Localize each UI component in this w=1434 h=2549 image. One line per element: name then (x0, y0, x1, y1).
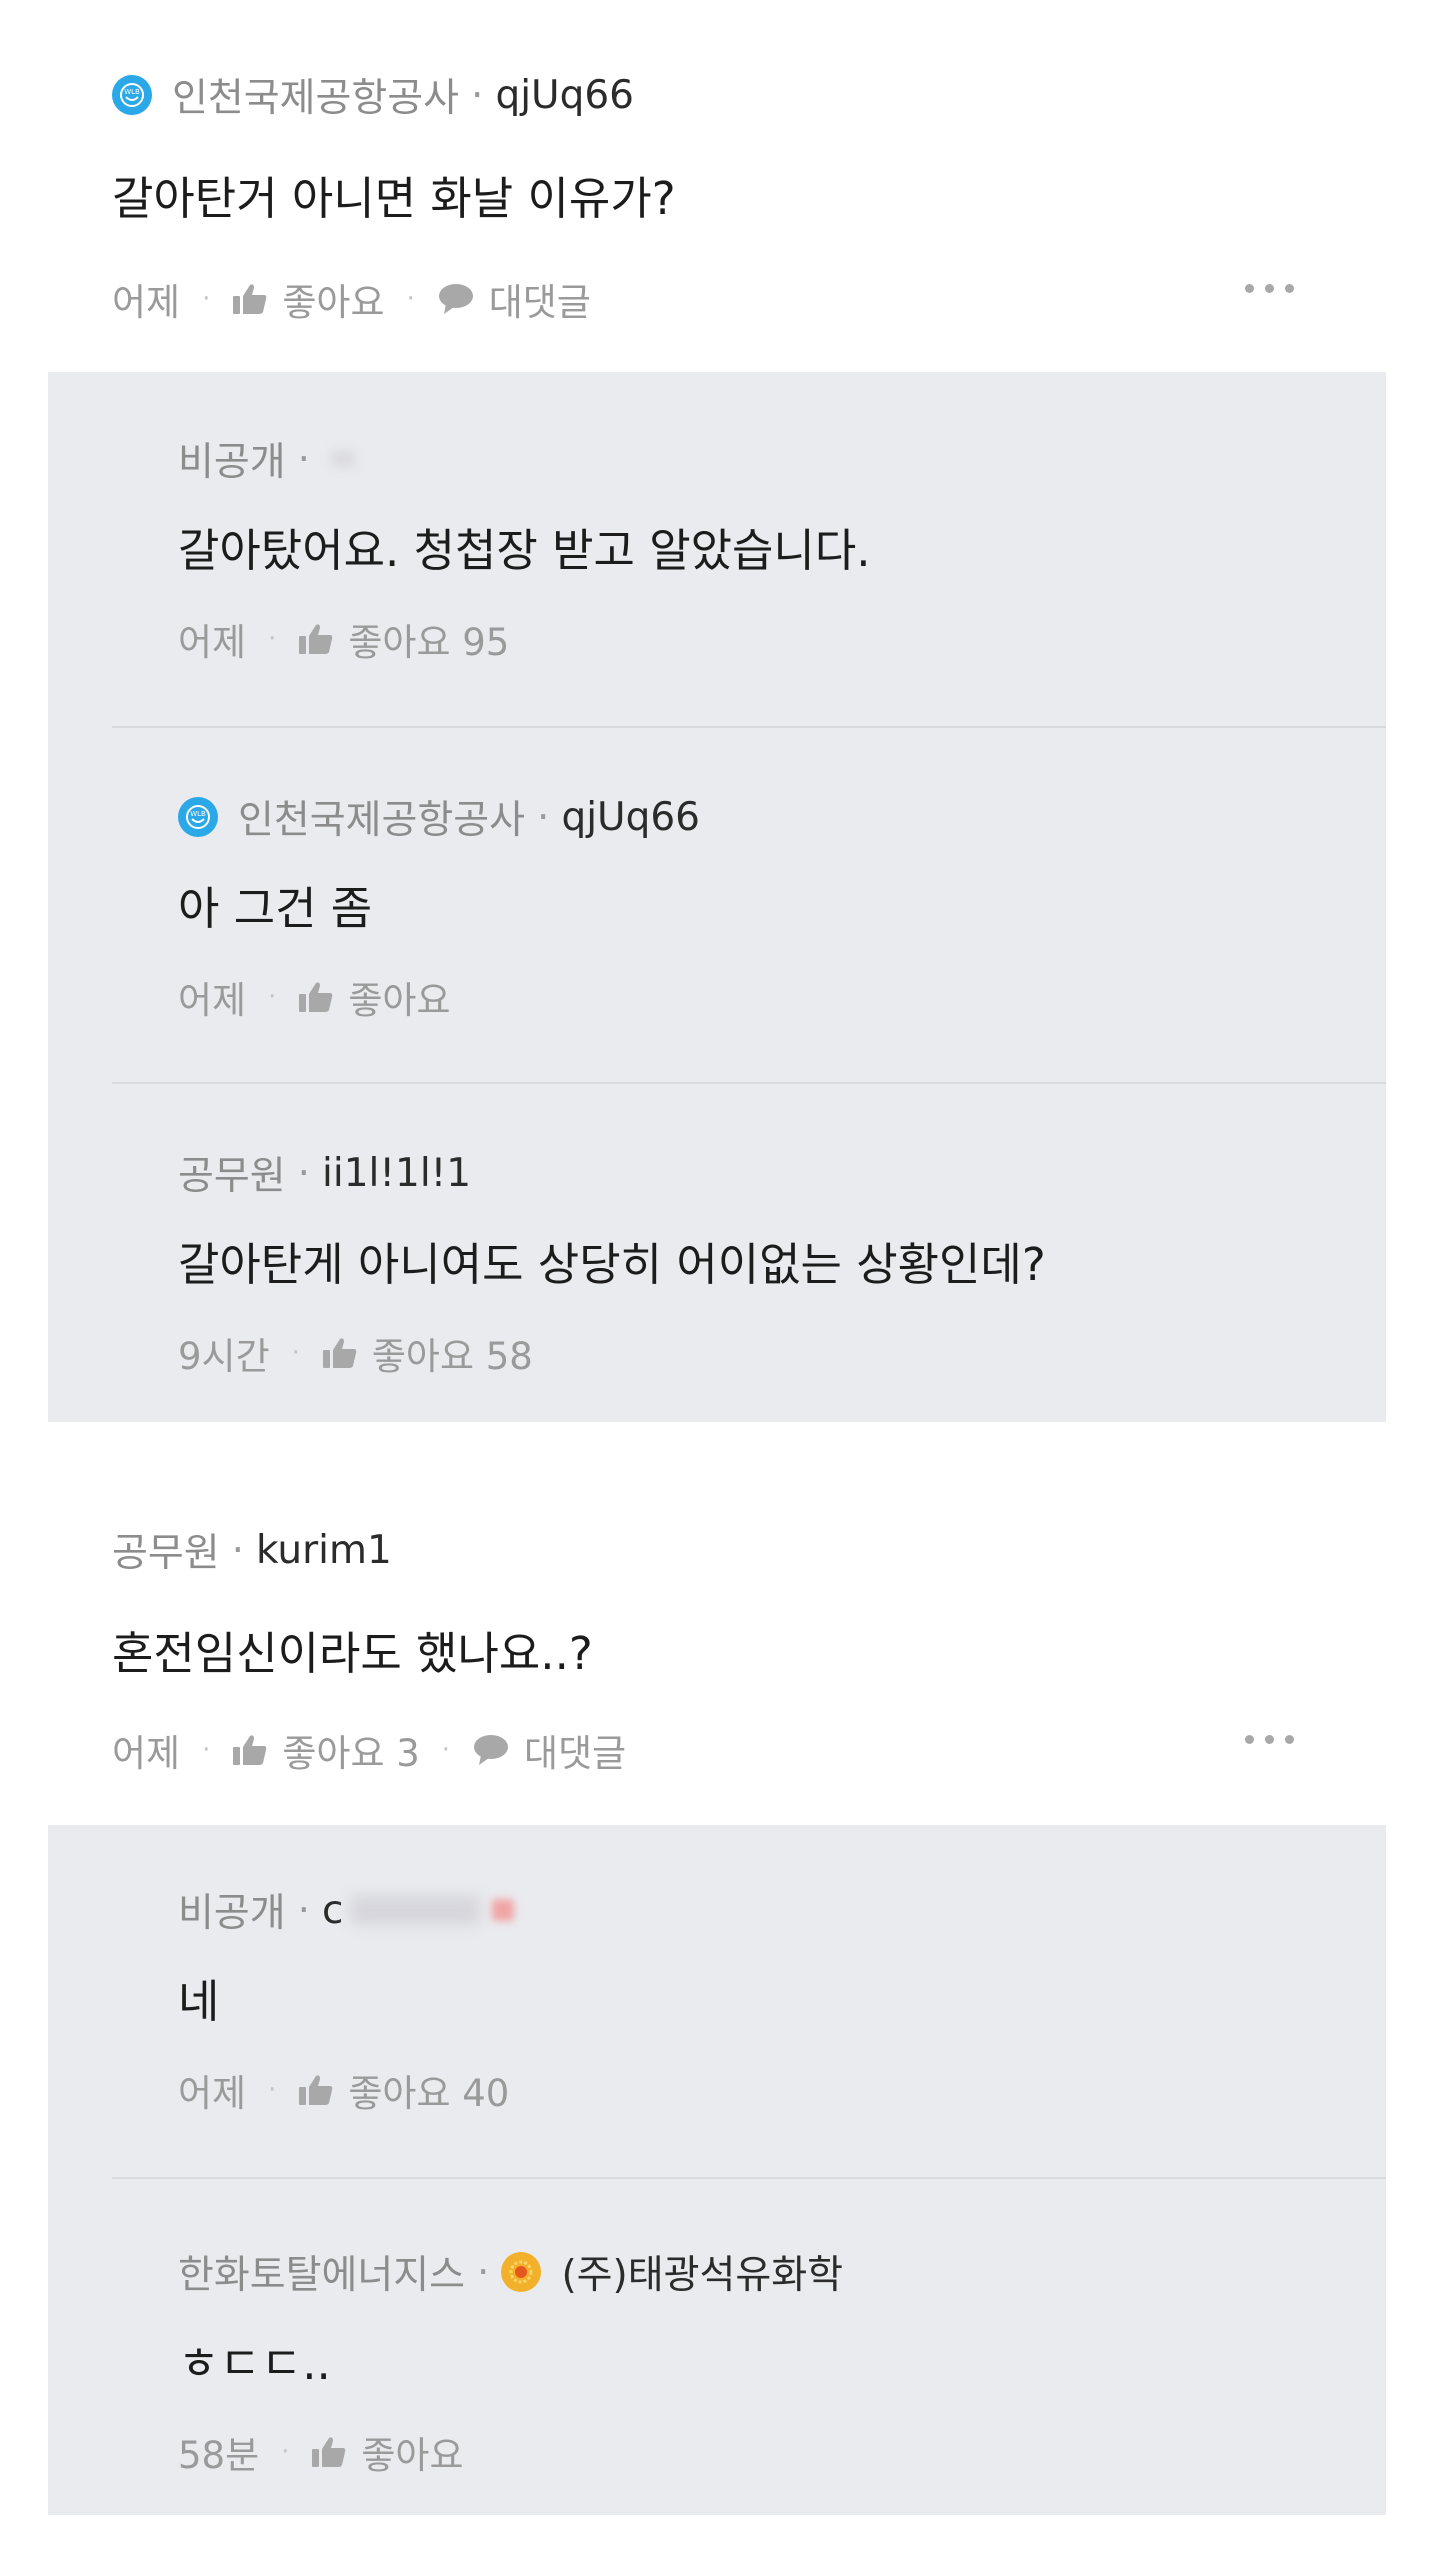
comment-author[interactable]: 공무원 · kurim1 (112, 1525, 392, 1577)
reply-author[interactable]: 공무원 · ii1l!1l!1 (178, 1148, 472, 1200)
reply-actions: 어제 · 좋아요 95 (178, 614, 509, 664)
like-label: 좋아요 40 (348, 2072, 510, 2115)
comment-time: 어제 (112, 1732, 181, 1775)
author-company: 한화토탈에너지스 (178, 2253, 466, 2298)
reply-time: 어제 (178, 979, 247, 1022)
reply-text: 네 (178, 1975, 220, 2028)
like-button[interactable]: 좋아요 40 (298, 2063, 509, 2117)
thumbs-up-icon (299, 982, 333, 1012)
reply-divider (112, 726, 1386, 728)
like-button[interactable]: 좋아요 3 (232, 1723, 420, 1777)
author-company: 인천국제공항공사 (172, 76, 460, 121)
like-label: 좋아요 (348, 979, 451, 1022)
thumbs-up-icon (299, 2075, 333, 2105)
author-nickname: qjUq66 (495, 72, 634, 118)
like-label: 좋아요 (282, 281, 385, 324)
reply-divider (112, 1082, 1386, 1084)
comment-actions: 어제 · 좋아요 · 대댓글 (112, 274, 591, 324)
speech-bubble-icon (438, 284, 473, 314)
comment-actions: 어제 · 좋아요 3 · 대댓글 (112, 1725, 626, 1775)
reply-thread: 비공개 · 갈아탔어요. 청첩장 받고 알았습니다. 어제 · 좋아요 95 W… (48, 372, 1386, 1422)
author-company: 공무원 (112, 1531, 220, 1576)
svg-text:WLB: WLB (190, 810, 206, 818)
reply-author[interactable]: WLB 인천국제공항공사 · qjUq66 (178, 792, 700, 843)
meta-separator: · (297, 1150, 311, 1196)
author-nickname: kurim1 (256, 1527, 392, 1573)
thumbs-up-icon (322, 1338, 357, 1368)
like-button[interactable]: 좋아요 (298, 970, 450, 1024)
reply-actions: 어제 · 좋아요 (178, 972, 450, 1022)
thumbs-up-icon (312, 2437, 346, 2467)
reply-actions: 어제 · 좋아요 40 (178, 2065, 509, 2115)
reply-text: 아 그건 좀 (178, 882, 373, 935)
reply-author[interactable]: 비공개 · (178, 434, 357, 485)
reply-thread: 비공개 · c 네 어제 · 좋아요 40 한화토탈에너지스 · (주)태광석유… (48, 1825, 1386, 2515)
reply-button[interactable]: 대댓글 (472, 1723, 626, 1777)
thumbs-up-icon (299, 624, 333, 654)
author-nickname: ii1l!1l!1 (322, 1150, 472, 1196)
svg-text:WLB: WLB (124, 88, 140, 96)
reply-author[interactable]: 한화토탈에너지스 · (주)태광석유화학 (178, 2247, 844, 2299)
like-label: 좋아요 (361, 2434, 464, 2477)
reply-time: 9시간 (178, 1335, 270, 1378)
meta-separator: · (297, 1887, 311, 1933)
reply-text: ㅎㄷㄷ.. (178, 2337, 331, 2390)
meta-separator: · (231, 1527, 245, 1573)
reply-text: 갈아탄게 아니여도 상당히 어이없는 상황인데? (178, 1238, 1046, 1291)
company-logo-icon: WLB (178, 797, 218, 837)
reply-actions: 58분 · 좋아요 (178, 2427, 464, 2477)
thumbs-up-icon (233, 284, 267, 314)
like-button[interactable]: 좋아요 (232, 272, 384, 326)
author-company: 비공개 (178, 1891, 286, 1936)
author-company: 인천국제공항공사 (238, 798, 526, 843)
meta-separator: · (471, 72, 484, 118)
comment-author[interactable]: WLB 인천국제공항공사 · qjUq66 (112, 70, 634, 121)
blurred-badge (491, 1899, 514, 1921)
reply-time: 어제 (178, 2072, 247, 2115)
like-button[interactable]: 좋아요 (311, 2425, 464, 2479)
author-nickname: (주)태광석유화학 (561, 2253, 844, 2298)
author-nickname: qjUq66 (561, 794, 700, 840)
reply-divider (112, 2177, 1386, 2179)
reply-time: 어제 (178, 621, 247, 664)
like-label: 좋아요 58 (371, 1335, 533, 1378)
company-logo-icon: WLB (112, 75, 152, 115)
meta-separator: · (477, 2249, 490, 2295)
reply-actions: 9시간 · 좋아요 58 (178, 1328, 533, 1378)
company-logo-icon (501, 2252, 542, 2292)
more-dots-icon[interactable] (1245, 284, 1294, 293)
blurred-nickname (349, 1895, 480, 1925)
blurred-nickname (330, 450, 357, 468)
reply-button[interactable]: 대댓글 (437, 272, 591, 326)
comment-time: 어제 (112, 281, 181, 324)
like-label: 좋아요 95 (348, 621, 510, 664)
meta-separator: · (537, 794, 550, 840)
author-nickname: c (322, 1887, 344, 1933)
reply-time: 58분 (178, 2434, 260, 2477)
reply-label: 대댓글 (524, 1732, 627, 1775)
reply-label: 대댓글 (488, 281, 591, 324)
like-button[interactable]: 좋아요 58 (322, 1326, 533, 1380)
thumbs-up-icon (233, 1735, 267, 1765)
comment-text: 혼전임신이라도 했나요..? (112, 1627, 593, 1680)
reply-author[interactable]: 비공개 · c (178, 1885, 514, 1936)
reply-text: 갈아탔어요. 청첩장 받고 알았습니다. (178, 524, 871, 577)
author-company: 비공개 (178, 440, 286, 485)
like-label: 좋아요 3 (282, 1732, 420, 1775)
more-dots-icon[interactable] (1245, 1735, 1294, 1744)
comment-text: 갈아탄거 아니면 화날 이유가? (112, 172, 676, 225)
author-company: 공무원 (178, 1154, 286, 1199)
meta-separator: · (297, 436, 311, 482)
speech-bubble-icon (474, 1735, 509, 1765)
like-button[interactable]: 좋아요 95 (298, 612, 509, 666)
